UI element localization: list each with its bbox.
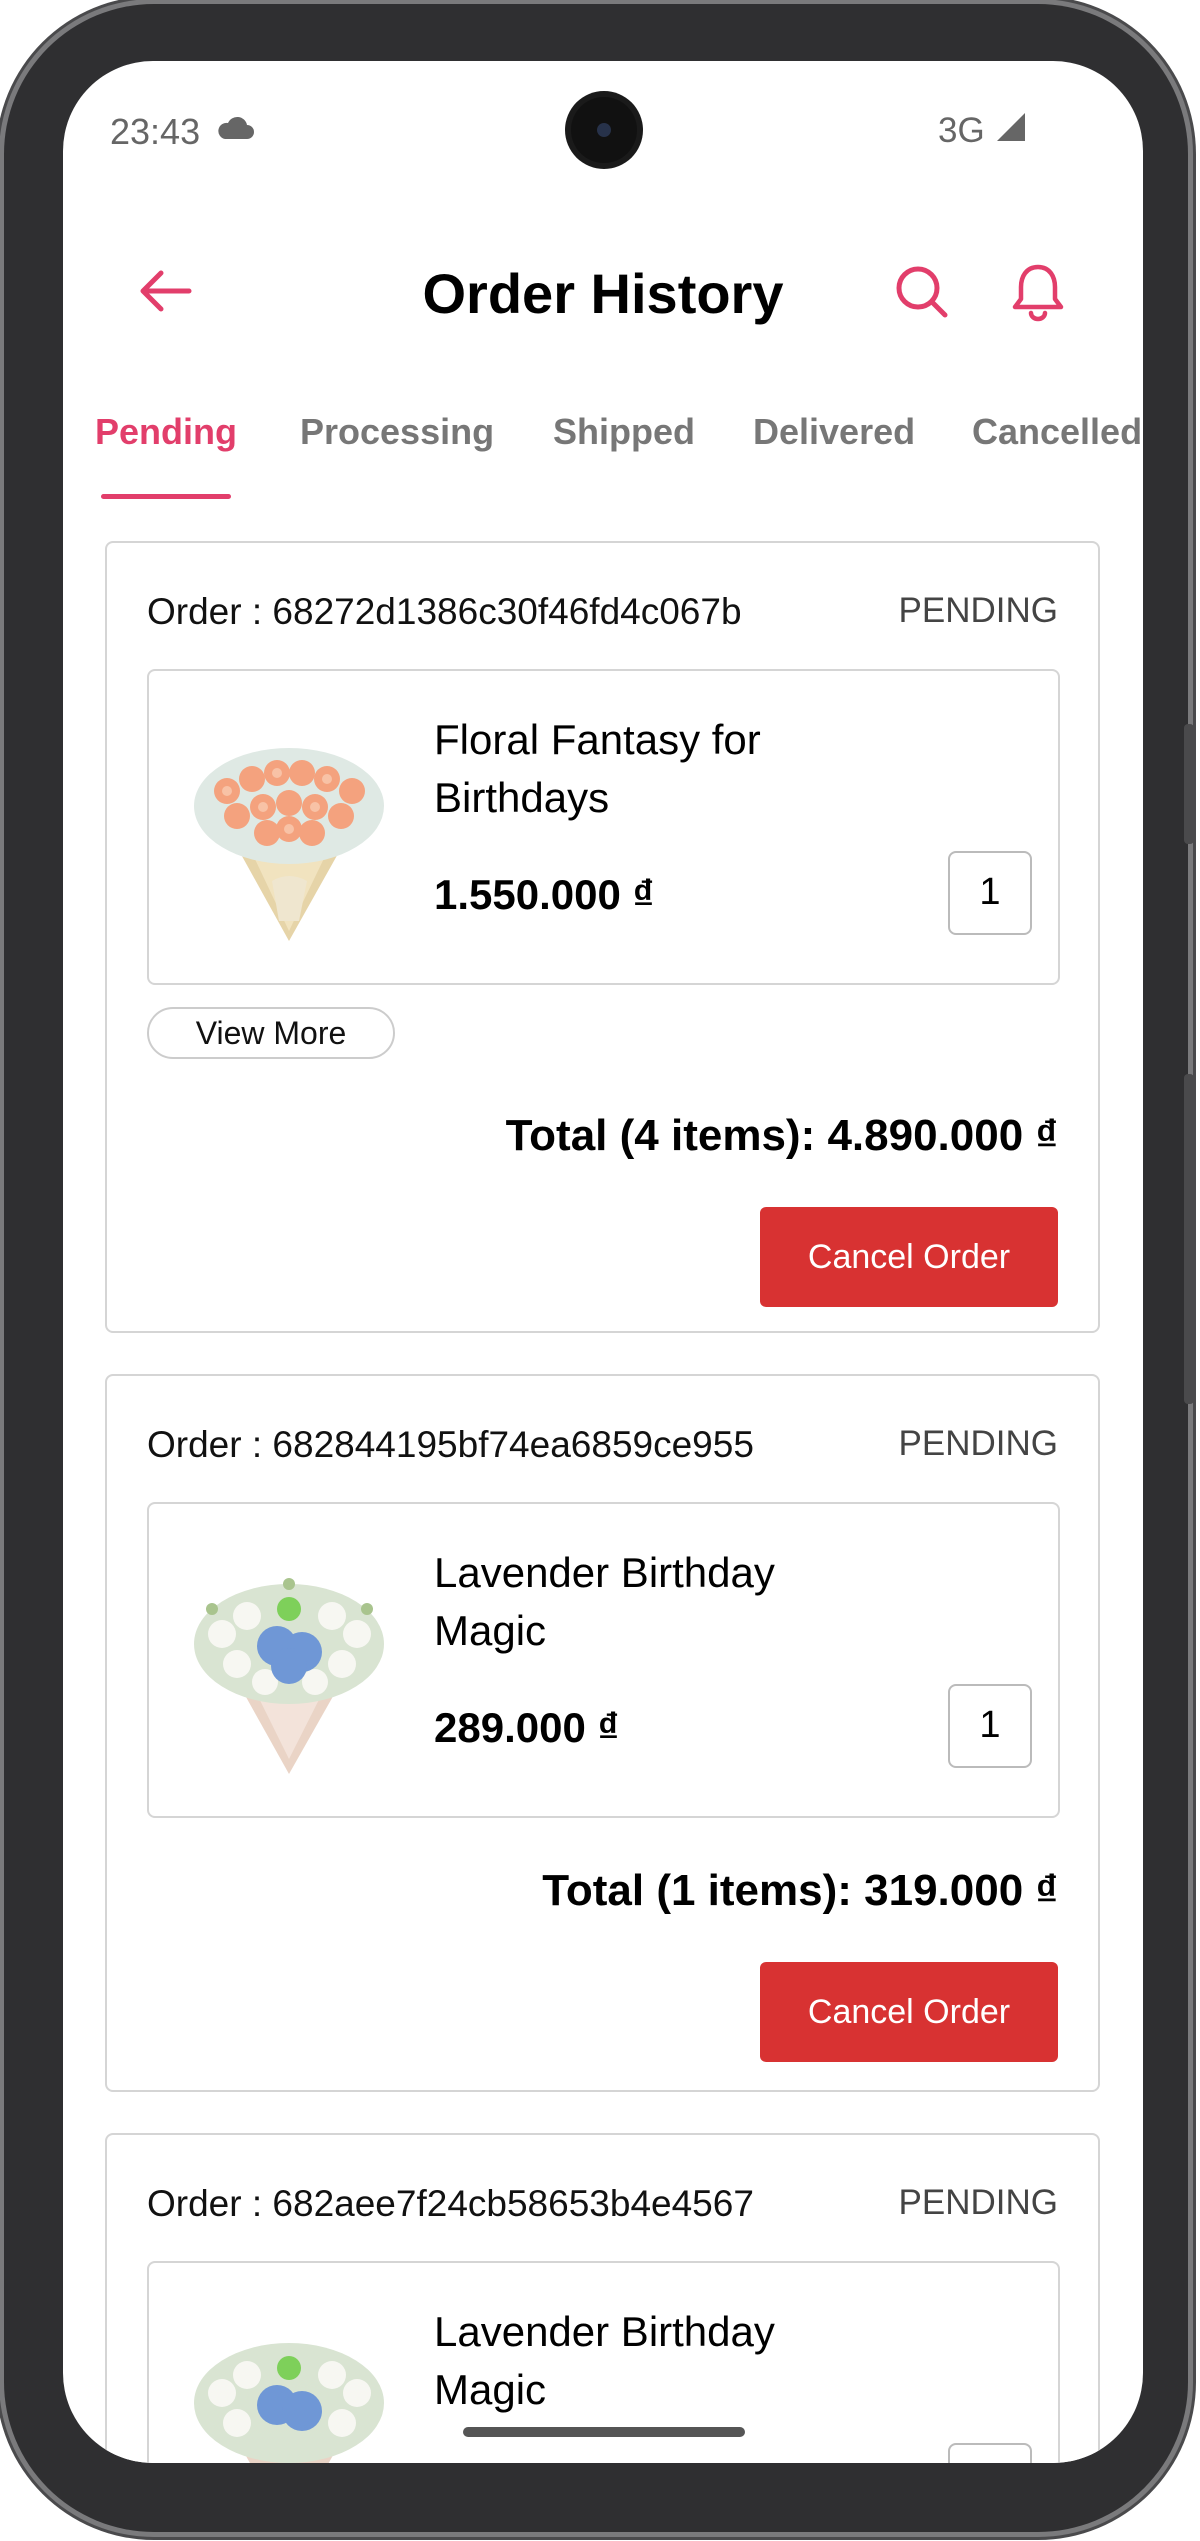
tab-delivered[interactable]: Delivered — [753, 411, 915, 453]
order-id: Order : 68272d1386c30f46fd4c067b — [147, 591, 742, 632]
active-tab-indicator — [101, 494, 231, 499]
order-item[interactable]: Lavender Birthday Magic 289.000 ₫ 1 — [147, 1502, 1060, 1818]
tab-cancelled[interactable]: Cancelled — [972, 411, 1142, 453]
cancel-order-button[interactable]: Cancel Order — [760, 1207, 1058, 1307]
product-price: 1.550.000 ₫ — [434, 871, 655, 918]
tab-shipped[interactable]: Shipped — [553, 411, 695, 453]
quantity-box: 1 — [948, 851, 1032, 935]
status-time: 23:43 — [110, 111, 201, 152]
order-total: Total (1 items): 319.000 ₫ — [542, 1866, 1058, 1915]
product-name: Lavender Birthday Magic — [434, 1549, 775, 1654]
order-status-badge: PENDING — [898, 1424, 1058, 1463]
order-total: Total (4 items): 4.890.000 ₫ — [505, 1111, 1058, 1160]
status-tabs: Pending Processing Shipped Delivered Can… — [63, 411, 1143, 491]
tab-pending[interactable]: Pending — [95, 411, 237, 453]
product-name: Lavender Birthday Magic — [434, 2308, 775, 2413]
order-item[interactable]: Floral Fantasy for Birthdays 1.550.000 ₫… — [147, 669, 1060, 985]
volume-button — [1184, 724, 1194, 844]
product-name: Floral Fantasy for Birthdays — [434, 716, 761, 821]
signal-icon — [997, 113, 1025, 141]
order-id: Order : 682aee7f24cb58653b4e4567 — [147, 2183, 754, 2224]
page-title: Order History — [422, 262, 784, 325]
bell-icon[interactable] — [1008, 261, 1068, 323]
quantity-box: 1 — [948, 1684, 1032, 1768]
phone-frame: 23:43 3G Order History Pending Processin… — [4, 4, 1194, 2532]
front-camera — [571, 97, 637, 163]
order-card: Order : 68272d1386c30f46fd4c067b PENDING — [105, 541, 1100, 1333]
product-price: 289.000 ₫ — [434, 1704, 620, 1751]
quantity-box — [948, 2443, 1032, 2463]
power-button — [1184, 1074, 1194, 1404]
order-id: Order : 682844195bf74ea6859ce955 — [147, 1424, 754, 1465]
view-more-button[interactable]: View More — [147, 1007, 395, 1059]
tab-processing[interactable]: Processing — [300, 411, 494, 453]
blue-white-bouquet-image — [194, 2343, 384, 2463]
order-card: Order : 682844195bf74ea6859ce955 PENDING — [105, 1374, 1100, 2092]
home-indicator — [463, 2427, 745, 2437]
blue-white-bouquet-image — [194, 1578, 384, 1774]
search-icon[interactable] — [893, 261, 953, 321]
network-type: 3G — [938, 111, 985, 150]
screen: 23:43 3G Order History Pending Processin… — [63, 61, 1143, 2463]
peach-rose-bouquet-image — [194, 748, 384, 941]
order-status-badge: PENDING — [898, 591, 1058, 630]
cancel-order-button[interactable]: Cancel Order — [760, 1962, 1058, 2062]
order-status-badge: PENDING — [898, 2183, 1058, 2222]
order-card: Order : 682aee7f24cb58653b4e4567 PENDING… — [105, 2133, 1100, 2463]
cloud-icon — [218, 116, 254, 139]
